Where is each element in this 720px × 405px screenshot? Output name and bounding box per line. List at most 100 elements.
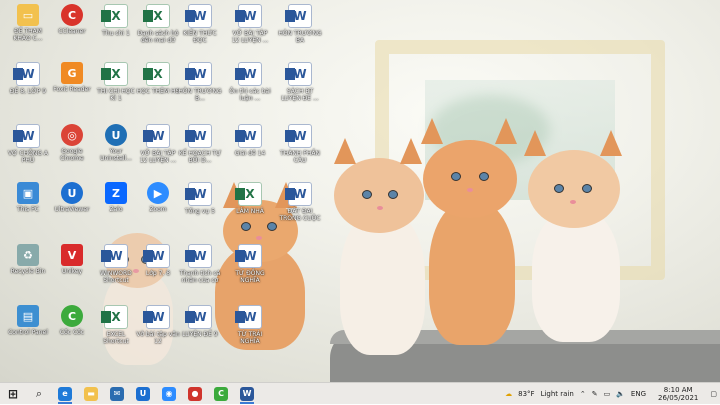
desktop-icon[interactable]: G Foxit Reader xyxy=(50,62,94,93)
taskbar-zoom-icon: ◉ xyxy=(162,386,176,401)
desktop-icon-label: Cốc Cốc xyxy=(59,329,85,336)
desktop-icon[interactable]: W Giải đề 14 xyxy=(228,124,272,157)
desktop-icon-label: Vở bài tập văn 12 xyxy=(136,331,180,345)
desktop-icon[interactable]: W VỞ BÀI TẬP 12 LUYỆN ... xyxy=(136,124,180,164)
taskbar-coccoc[interactable]: C xyxy=(208,383,234,405)
desktop-icon[interactable]: V Unikey xyxy=(50,244,94,275)
desktop-icon[interactable]: U UltraViewer xyxy=(50,182,94,213)
desktop-icon[interactable]: ▣ This PC xyxy=(6,182,50,213)
desktop-icon[interactable]: W KẾ HOẠCH TỰ BỒI D... xyxy=(178,124,222,164)
word-icon: W xyxy=(101,244,128,268)
desktop-icon[interactable]: X Thu chi 1 xyxy=(94,4,138,37)
language-indicator[interactable]: ENG xyxy=(631,390,646,398)
desktop-icon[interactable]: X EXCEL Shortcut xyxy=(94,305,138,345)
desktop-icon[interactable]: W KIẾN THỨC ĐỌC xyxy=(178,4,222,44)
desktop-icon[interactable]: W THÀNH PHẦN CÂU xyxy=(278,124,322,164)
desktop-icon[interactable]: W WINWORD Shortcut xyxy=(94,244,138,284)
desktop-icon-label: ĐỀ THAM KHẢO C... xyxy=(13,28,43,42)
notification-icon[interactable]: ▢ xyxy=(710,390,717,398)
desktop-icon[interactable]: W ĐẤT ĐAI TRONG CUỘC xyxy=(278,182,322,222)
desktop-icon[interactable]: W Ôn thi các bài luận ... xyxy=(228,62,272,102)
desktop-icon[interactable]: W Tổng vụ 5 xyxy=(178,182,222,215)
pen-icon[interactable]: ✎ xyxy=(592,390,598,398)
foxit-icon: G xyxy=(61,62,83,84)
desktop-icon[interactable]: W TỪ TRÁI NGHĨA xyxy=(228,305,272,345)
taskbar-edge-icon: e xyxy=(58,386,72,401)
desktop-icon[interactable]: W Vở bài tập văn 12 xyxy=(136,305,180,345)
desktop-icon-label: Unikey xyxy=(61,268,83,275)
zalo-icon: Z xyxy=(105,182,127,204)
desktop-icon[interactable]: U Your Uninstall... xyxy=(94,124,138,162)
word-icon: W xyxy=(13,62,40,86)
excel-icon: X xyxy=(143,62,170,86)
search-button[interactable]: ⌕ xyxy=(26,383,52,405)
desktop-icon[interactable]: W LUYỆN ĐỀ 9 xyxy=(178,305,222,338)
taskbar-word[interactable]: W xyxy=(234,383,260,405)
desktop-icon-label: UltraViewer xyxy=(54,206,90,213)
volume-icon[interactable]: 🔈 xyxy=(616,390,625,398)
desktop-icon[interactable]: C Cốc Cốc xyxy=(50,305,94,336)
desktop-icon-label: KIẾN THỨC ĐỌC xyxy=(183,30,217,44)
desktop-icon-label: VỢ CHỒNG A PHỦ xyxy=(7,150,49,164)
word-icon: W xyxy=(285,182,312,206)
weather-temp[interactable]: 83°F xyxy=(518,390,534,398)
word-icon: W xyxy=(235,62,262,86)
desktop-icon[interactable]: C CCleaner xyxy=(50,4,94,35)
desktop-icon[interactable]: W TỪ ĐỒNG NGHĨA xyxy=(228,244,272,284)
desktop-icon-label: Zalo xyxy=(109,206,123,213)
word-icon: W xyxy=(285,124,312,148)
desktop-icon-label: Lớp 7, 8 xyxy=(145,270,171,277)
desktop-icon-label: ĐỀ 8, LỚP 9 xyxy=(9,88,47,95)
taskbar-recorder[interactable]: ● xyxy=(182,383,208,405)
desktop-icon[interactable]: W Lớp 7, 8 xyxy=(136,244,180,277)
desktop-icon[interactable]: ♻ Recycle Bin xyxy=(6,244,50,275)
desktop-icon[interactable]: W VỢ CHỒNG A PHỦ xyxy=(6,124,50,164)
taskbar-coccoc-icon: C xyxy=(214,386,228,401)
desktop-icon[interactable]: ▶ Zoom xyxy=(136,182,180,213)
desktop-icon[interactable]: W HÒN TRƯƠNG BA xyxy=(278,4,322,44)
desktop-icon[interactable]: ▤ Control Panel xyxy=(6,305,50,336)
desktop-icon[interactable]: W HÒN TRƯƠNG B... xyxy=(178,62,222,102)
desktop-icon-label: VỞ BÀI TẬP 12 LUYỆN ... xyxy=(139,150,177,164)
pc-icon: ▣ xyxy=(17,182,39,204)
desktop-icon-label: Thanh tích cá nhân của cơ xyxy=(179,270,221,284)
taskbar-edge[interactable]: e xyxy=(52,383,78,405)
desktop-icon-label: CCleaner xyxy=(58,28,86,35)
word-icon: W xyxy=(185,62,212,86)
weather-condition[interactable]: Light rain xyxy=(541,390,574,398)
taskbar-file-explorer[interactable]: ▬ xyxy=(78,383,104,405)
word-icon: W xyxy=(185,305,212,329)
desktop-icon[interactable]: W SÁCH BT LUYỆN ĐỀ ... xyxy=(278,62,322,102)
word-icon: W xyxy=(185,124,212,148)
desktop-icon[interactable]: X Danh sách hộ đến mai dữ xyxy=(136,4,180,44)
desktop-icon[interactable]: X HỌC THÊM HS xyxy=(136,62,180,95)
taskbar-ultraviewer[interactable]: U xyxy=(130,383,156,405)
desktop-icon-label: Your Uninstall... xyxy=(100,148,132,162)
desktop-icon[interactable]: W VỞ BÀI TẬP 12 LUYỆN ... xyxy=(228,4,272,44)
word-icon: W xyxy=(143,305,170,329)
desktop-icon[interactable]: X THI CHI HỌC KÌ 1 xyxy=(94,62,138,102)
start-button[interactable]: ⊞ xyxy=(0,383,26,405)
desktop-icon[interactable]: X LÀM NHÁ xyxy=(228,182,272,215)
word-icon: W xyxy=(235,244,262,268)
clock[interactable]: 8:10 AM 26/05/2021 xyxy=(655,386,701,402)
chevron-up-icon[interactable]: ⌃ xyxy=(580,390,586,398)
start-button-icon: ⊞ xyxy=(7,386,19,401)
weather-icon[interactable]: ☁ xyxy=(505,390,512,398)
desktop-icon[interactable]: W ĐỀ 8, LỚP 9 xyxy=(6,62,50,95)
desktop-icon[interactable]: ◎ Google Chrome xyxy=(50,124,94,162)
ultraviewer-icon: U xyxy=(61,182,83,204)
desktop-icon-label: Google Chrome xyxy=(60,148,84,162)
search-icon: ⌕ xyxy=(35,386,43,400)
desktop-icon[interactable]: ▭ ĐỀ THAM KHẢO C... xyxy=(6,4,50,42)
word-icon: W xyxy=(235,4,262,28)
recycle-bin-icon: ♻ xyxy=(17,244,39,266)
desktop-icon-label: VỞ BÀI TẬP 12 LUYỆN ... xyxy=(231,30,269,44)
network-icon[interactable]: ▭ xyxy=(604,390,611,398)
taskbar-mail[interactable]: ✉ xyxy=(104,383,130,405)
word-icon: W xyxy=(185,182,212,206)
desktop-icon[interactable]: W Thanh tích cá nhân của cơ xyxy=(178,244,222,284)
desktop-icon[interactable]: Z Zalo xyxy=(94,182,138,213)
taskbar-zoom[interactable]: ◉ xyxy=(156,383,182,405)
word-icon: W xyxy=(285,4,312,28)
